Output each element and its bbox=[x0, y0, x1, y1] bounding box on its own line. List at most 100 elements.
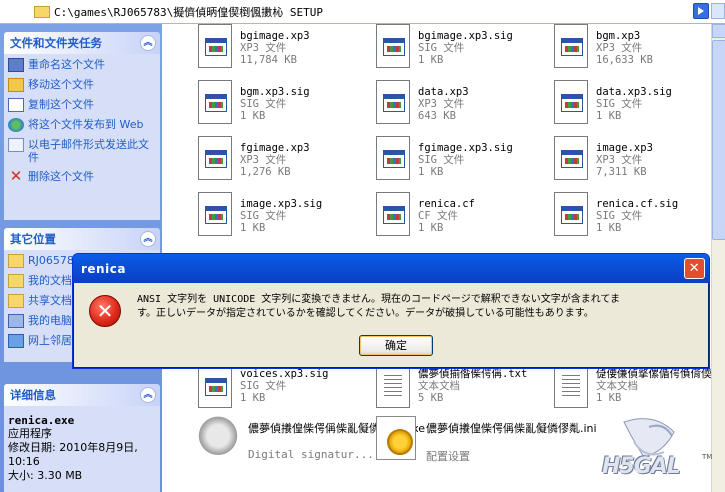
file-item[interactable]: voices.xp3.sig SIG 文件 1 KB bbox=[162, 364, 332, 420]
file-name: bgm.xp3.sig bbox=[240, 86, 310, 98]
network-icon bbox=[8, 334, 24, 348]
file-name: data.xp3.sig bbox=[596, 86, 672, 98]
file-item[interactable]: bgm.xp3.sig SIG 文件 1 KB bbox=[162, 80, 332, 136]
file-item[interactable]: fgimage.xp3 XP3 文件 1,276 KB bbox=[162, 136, 332, 192]
shared-documents-icon bbox=[8, 294, 24, 308]
file-icon bbox=[198, 80, 232, 124]
dialog-titlebar[interactable]: renica ✕ bbox=[73, 254, 709, 283]
file-name: image.xp3 bbox=[596, 142, 653, 154]
place-label: 我的文档 bbox=[28, 274, 72, 287]
file-name: image.xp3.sig bbox=[240, 198, 323, 210]
file-name: fgimage.xp3.sig bbox=[418, 142, 513, 154]
file-type: SIG 文件 bbox=[596, 98, 643, 110]
task-label: 移动这个文件 bbox=[28, 78, 94, 91]
task-label: 重命名这个文件 bbox=[28, 58, 105, 71]
task-rename[interactable]: 重命名这个文件 bbox=[8, 58, 156, 72]
scroll-up-button[interactable] bbox=[712, 24, 725, 38]
task-publish-web[interactable]: 将这个文件发布到 Web bbox=[8, 118, 156, 132]
copy-icon bbox=[8, 98, 24, 112]
file-size: 1,276 KB bbox=[240, 166, 291, 178]
file-size: 7,311 KB bbox=[596, 166, 647, 178]
file-type: XP3 文件 bbox=[596, 42, 643, 54]
collapse-chevron-icon[interactable]: ︽ bbox=[140, 387, 156, 403]
ini-file-name[interactable]: 儂夢偵攁偟偨偔偁偨亂儗僯僇亃.ini bbox=[426, 422, 597, 435]
exe-file-type: Digital signatur... bbox=[248, 448, 374, 461]
file-type: XP3 文件 bbox=[418, 98, 465, 110]
file-icon bbox=[376, 192, 410, 236]
move-icon bbox=[8, 78, 24, 92]
file-name: bgimage.xp3.sig bbox=[418, 30, 513, 42]
file-name: 偼偠傔偵撉傫偱偔偩偝偄.txt bbox=[596, 368, 725, 380]
folder-icon bbox=[8, 254, 24, 268]
my-computer-icon bbox=[8, 314, 24, 328]
file-size: 643 KB bbox=[418, 110, 456, 122]
file-size: 1 KB bbox=[418, 54, 444, 66]
file-tasks-header[interactable]: 文件和文件夹任务 ︽ bbox=[4, 32, 160, 54]
file-type: SIG 文件 bbox=[240, 98, 287, 110]
file-icon bbox=[376, 24, 410, 68]
email-icon bbox=[8, 138, 24, 152]
file-item[interactable]: bgm.xp3 XP3 文件 16,633 KB bbox=[518, 24, 688, 80]
file-size: 1 KB bbox=[240, 222, 266, 234]
task-copy[interactable]: 复制这个文件 bbox=[8, 98, 156, 112]
file-item[interactable]: data.xp3 XP3 文件 643 KB bbox=[340, 80, 510, 136]
details-header[interactable]: 详细信息 ︽ bbox=[4, 384, 160, 406]
go-button[interactable] bbox=[693, 3, 709, 19]
file-name: fgimage.xp3 bbox=[240, 142, 310, 154]
file-type: 文本文档 bbox=[418, 380, 460, 392]
file-size: 1 KB bbox=[596, 110, 622, 122]
folder-icon bbox=[34, 5, 50, 18]
file-type: XP3 文件 bbox=[240, 42, 287, 54]
close-button[interactable]: ✕ bbox=[684, 258, 705, 279]
collapse-chevron-icon[interactable]: ︽ bbox=[140, 231, 156, 247]
rename-icon bbox=[8, 58, 24, 72]
file-item[interactable]: data.xp3.sig SIG 文件 1 KB bbox=[518, 80, 688, 136]
file-size: 1 KB bbox=[418, 222, 444, 234]
file-size: 11,784 KB bbox=[240, 54, 297, 66]
file-name: data.xp3 bbox=[418, 86, 469, 98]
file-name: renica.cf bbox=[418, 198, 475, 210]
task-delete[interactable]: ✕ 删除这个文件 bbox=[8, 169, 156, 184]
file-item[interactable]: fgimage.xp3.sig SIG 文件 1 KB bbox=[340, 136, 513, 192]
scroll-thumb[interactable] bbox=[712, 40, 725, 240]
exe-file-icon[interactable] bbox=[198, 416, 238, 460]
file-type: SIG 文件 bbox=[240, 380, 287, 392]
file-item[interactable]: bgimage.xp3.sig SIG 文件 1 KB bbox=[340, 24, 513, 80]
file-type: XP3 文件 bbox=[596, 154, 643, 166]
file-name: bgm.xp3 bbox=[596, 30, 641, 42]
address-path[interactable]: C:\games\RJ065783\擬儕偵昞偟偰椡偑擻杺 SETUP bbox=[54, 4, 323, 20]
file-icon bbox=[554, 24, 588, 68]
dialog-message-line-1: ANSI 文字列を UNICODE 文字列に変換できません。現在のコードページで… bbox=[137, 294, 620, 305]
file-icon bbox=[376, 136, 410, 180]
file-tasks-body: 重命名这个文件 移动这个文件 复制这个文件 将这个文件发布到 Web 以电子邮件… bbox=[4, 54, 160, 220]
file-type: SIG 文件 bbox=[240, 210, 287, 222]
file-type: 文本文档 bbox=[596, 380, 638, 392]
other-places-header[interactable]: 其它位置 ︽ bbox=[4, 228, 160, 250]
publish-web-icon bbox=[8, 118, 24, 132]
my-documents-icon bbox=[8, 274, 24, 288]
detail-size: 大小: 3.30 MB bbox=[8, 469, 83, 482]
task-move[interactable]: 移动这个文件 bbox=[8, 78, 156, 92]
file-icon bbox=[554, 136, 588, 180]
file-item[interactable]: renica.cf.sig SIG 文件 1 KB bbox=[518, 192, 688, 248]
address-bar[interactable]: C:\games\RJ065783\擬儕偵昞偟偰椡偑擻杺 SETUP bbox=[0, 0, 725, 24]
ini-settings-icon[interactable] bbox=[376, 416, 416, 460]
file-item[interactable]: 儂夢偵揃偺偨偔偁.txt 文本文档 5 KB bbox=[340, 364, 527, 420]
file-item[interactable]: image.xp3.sig SIG 文件 1 KB bbox=[162, 192, 332, 248]
task-email[interactable]: 以电子邮件形式发送此文件 bbox=[8, 138, 156, 164]
file-item[interactable]: renica.cf CF 文件 1 KB bbox=[340, 192, 510, 248]
task-label: 以电子邮件形式发送此文件 bbox=[28, 138, 149, 164]
file-item[interactable]: image.xp3 XP3 文件 7,311 KB bbox=[518, 136, 688, 192]
file-size: 1 KB bbox=[596, 222, 622, 234]
dialog-message-line-2: す。正しいデータが指定されているかを確認してください。データが破損している可能性… bbox=[137, 308, 594, 319]
file-icon bbox=[198, 136, 232, 180]
file-item[interactable]: bgimage.xp3 XP3 文件 11,784 KB bbox=[162, 24, 332, 80]
file-icon bbox=[198, 192, 232, 236]
collapse-chevron-icon[interactable]: ︽ bbox=[140, 35, 156, 51]
address-dropdown-button[interactable] bbox=[711, 3, 725, 19]
vertical-scrollbar[interactable] bbox=[711, 24, 725, 492]
ok-button[interactable]: 确定 bbox=[359, 335, 433, 356]
file-name: 儂夢偵揃偺偨偔偁.txt bbox=[418, 368, 528, 380]
file-name: voices.xp3.sig bbox=[240, 368, 329, 380]
file-icon bbox=[198, 24, 232, 68]
